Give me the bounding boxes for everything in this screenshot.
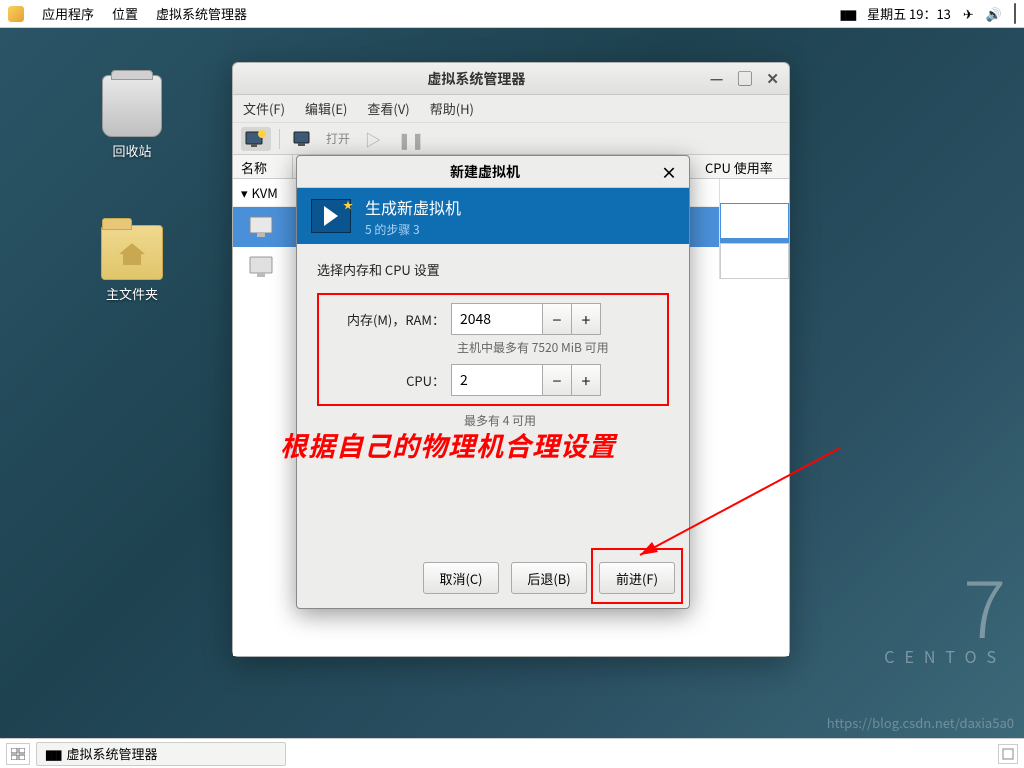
monitor-icon bbox=[249, 216, 277, 238]
bottom-panel: ▮▮▮ 虚拟系统管理器 bbox=[0, 738, 1024, 768]
trash-label: 回收站 bbox=[92, 141, 172, 160]
centos-name: CENTOS bbox=[884, 644, 1006, 668]
memory-increment[interactable]: + bbox=[571, 303, 601, 335]
dialog-header: ★ 生成新虚拟机 5 的步骤 3 bbox=[297, 188, 689, 244]
menu-applications[interactable]: 应用程序 bbox=[42, 4, 94, 23]
memory-hint: 主机中最多有 7520 MiB 可用 bbox=[457, 339, 657, 356]
new-vm-button[interactable] bbox=[241, 127, 271, 151]
watermark: https://blog.csdn.net/daxia5a0 bbox=[827, 713, 1014, 732]
expand-icon[interactable]: ▾ bbox=[241, 183, 248, 202]
create-vm-icon: ★ bbox=[311, 199, 351, 233]
column-name[interactable]: 名称 bbox=[233, 155, 293, 178]
menu-file[interactable]: 文件(F) bbox=[243, 99, 285, 118]
centos-logo: 7 CENTOS bbox=[884, 564, 1006, 668]
trash-icon bbox=[102, 75, 162, 137]
pause-button[interactable]: ❚❚ bbox=[396, 127, 426, 151]
dialog-titlebar[interactable]: 新建虚拟机 × bbox=[297, 156, 689, 188]
cpu-decrement[interactable]: − bbox=[542, 364, 572, 396]
applications-menu-icon[interactable] bbox=[8, 6, 24, 22]
airplane-icon[interactable]: ✈ bbox=[963, 4, 974, 23]
home-folder-label: 主文件夹 bbox=[92, 284, 172, 303]
window-titlebar[interactable]: 虚拟系统管理器 — ▢ ✕ bbox=[233, 63, 789, 95]
back-button[interactable]: 后退(B) bbox=[511, 562, 587, 594]
dialog-title: 新建虚拟机 bbox=[309, 162, 661, 182]
cpu-spinner[interactable]: − + bbox=[451, 364, 601, 396]
workspace-switcher[interactable] bbox=[6, 743, 30, 765]
run-button[interactable]: ▷ bbox=[358, 127, 388, 151]
taskbar-item-virt-manager[interactable]: ▮▮▮ 虚拟系统管理器 bbox=[36, 742, 286, 766]
keyboard-indicator-icon[interactable]: ▮▮▮ bbox=[840, 4, 855, 23]
new-vm-dialog: 新建虚拟机 × ★ 生成新虚拟机 5 的步骤 3 选择内存和 CPU 设置 内存… bbox=[296, 155, 690, 609]
column-cpu-usage[interactable]: CPU 使用率 bbox=[697, 155, 789, 179]
forward-button[interactable]: 前进(F) bbox=[599, 562, 675, 594]
dialog-close-icon[interactable]: × bbox=[661, 160, 677, 184]
cpu-increment[interactable]: + bbox=[571, 364, 601, 396]
memory-spinner[interactable]: − + bbox=[451, 303, 601, 335]
annotation-text: 根据自己的物理机合理设置 bbox=[280, 425, 616, 464]
cancel-button[interactable]: 取消(C) bbox=[423, 562, 499, 594]
top-panel: 应用程序 位置 虚拟系统管理器 ▮▮▮ 星期五 19：13 ✈ 🔊 bbox=[0, 0, 1024, 28]
volume-icon[interactable]: 🔊 bbox=[986, 4, 1002, 23]
toolbar-open-label: 打开 bbox=[326, 130, 350, 147]
menu-view[interactable]: 查看(V) bbox=[367, 99, 409, 118]
centos-version: 7 bbox=[884, 564, 1006, 644]
menu-help[interactable]: 帮助(H) bbox=[430, 99, 474, 118]
menu-edit[interactable]: 编辑(E) bbox=[305, 99, 347, 118]
minimize-button[interactable]: — bbox=[710, 68, 724, 89]
window-title: 虚拟系统管理器 bbox=[243, 69, 710, 89]
menu-places[interactable]: 位置 bbox=[112, 4, 138, 23]
desktop-trash[interactable]: 回收站 bbox=[92, 75, 172, 160]
clock-label[interactable]: 星期五 19：13 bbox=[867, 4, 951, 23]
menu-current-app[interactable]: 虚拟系统管理器 bbox=[156, 4, 247, 23]
cpu-label: CPU： bbox=[329, 371, 451, 390]
monitor-icon bbox=[249, 256, 277, 278]
close-button[interactable]: ✕ bbox=[766, 68, 779, 89]
section-label: 选择内存和 CPU 设置 bbox=[317, 260, 669, 279]
battery-icon[interactable] bbox=[1014, 4, 1016, 23]
toolbar: 打开 ▷ ❚❚ bbox=[233, 123, 789, 155]
taskbar-label: 虚拟系统管理器 bbox=[66, 744, 157, 763]
open-vm-button[interactable] bbox=[288, 127, 318, 151]
desktop-home-folder[interactable]: 主文件夹 bbox=[92, 225, 172, 303]
maximize-button[interactable]: ▢ bbox=[737, 68, 752, 89]
memory-label: 内存(M)，RAM： bbox=[329, 310, 451, 329]
dialog-header-title: 生成新虚拟机 bbox=[365, 195, 461, 219]
menubar: 文件(F) 编辑(E) 查看(V) 帮助(H) bbox=[233, 95, 789, 123]
memory-decrement[interactable]: − bbox=[542, 303, 572, 335]
memory-input[interactable] bbox=[451, 303, 543, 335]
cpu-input[interactable] bbox=[451, 364, 543, 396]
annotation-box-settings: 内存(M)，RAM： − + 主机中最多有 7520 MiB 可用 CPU： −… bbox=[317, 293, 669, 406]
connection-label: KVM bbox=[252, 183, 278, 202]
dialog-footer: 取消(C) 后退(B) 前进(F) bbox=[423, 562, 675, 594]
folder-icon bbox=[101, 225, 163, 280]
dialog-step-label: 5 的步骤 3 bbox=[365, 221, 461, 238]
show-desktop-button[interactable] bbox=[998, 744, 1018, 764]
